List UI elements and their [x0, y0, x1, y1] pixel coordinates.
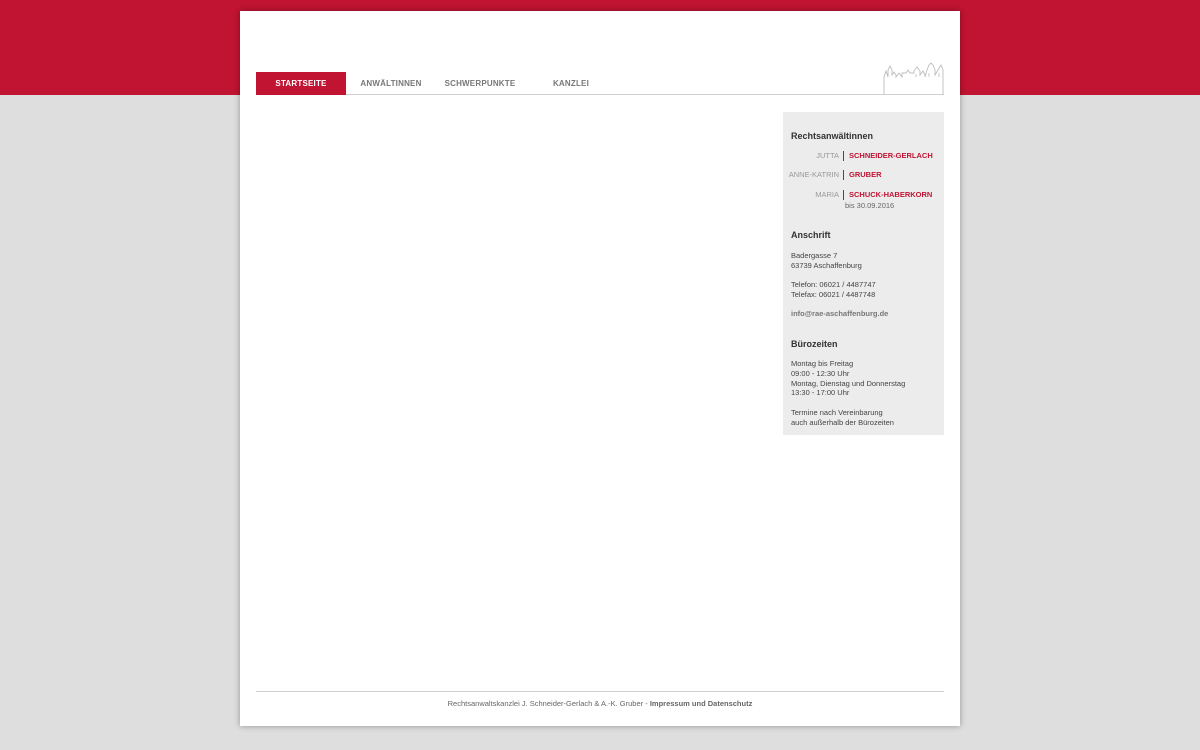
address-street: Badergasse 7 — [791, 251, 838, 260]
hours-heading: Bürozeiten — [791, 339, 838, 349]
separator — [843, 190, 844, 200]
email-link[interactable]: info@rae-aschaffenburg.de — [791, 309, 888, 318]
castle-outline-icon — [883, 62, 944, 95]
lawyer-first-name: MARIA — [815, 190, 839, 199]
sidebar: Rechtsanwältinnen JUTTA SCHNEIDER-GERLAC… — [783, 112, 944, 435]
hours-line: 13:30 - 17:00 Uhr — [791, 388, 850, 398]
hours-line: 09:00 - 12:30 Uhr — [791, 368, 850, 378]
appointment-line: auch außerhalb der Bürozeiten — [791, 417, 894, 427]
appointment-line: Termine nach Vereinbarung — [791, 408, 883, 417]
lawyer-first-name: ANNE-KATRIN — [788, 170, 839, 179]
nav-item-anwaeltinnen[interactable]: ANWÄLTINNEN — [353, 72, 429, 95]
lawyers-heading: Rechtsanwältinnen — [791, 131, 874, 141]
lawyer-last-name-link[interactable]: GRUBER — [849, 170, 882, 180]
lawyer-entry: ANNE-KATRIN GRUBER — [783, 170, 944, 182]
footer-text: Rechtsanwaltskanzlei J. Schneider-Gerlac… — [447, 699, 650, 708]
appointment-note: Termine nach Vereinbarung auch außerhalb… — [791, 408, 894, 428]
phone-number: Telefon: 06021 / 4487747 — [791, 280, 876, 289]
nav-item-startseite[interactable]: STARTSEITE — [256, 72, 346, 95]
main-navigation: STARTSEITE ANWÄLTINNEN SCHWERPUNKTE KANZ… — [256, 72, 944, 95]
address-block: Badergasse 7 63739 Aschaffenburg — [791, 251, 862, 271]
lawyer-first-name: JUTTA — [816, 151, 839, 160]
hours-line: Montag bis Freitag — [791, 359, 854, 368]
fax-number: Telefax: 06021 / 4487748 — [791, 289, 876, 299]
address-heading: Anschrift — [791, 230, 831, 240]
footer-divider — [256, 691, 944, 692]
lawyer-last-name-link[interactable]: SCHNEIDER-GERLACH — [849, 151, 933, 161]
office-hours: Montag bis Freitag 09:00 - 12:30 Uhr Mon… — [791, 359, 905, 398]
lawyer-last-name-link[interactable]: SCHUCK-HABERKORN — [849, 190, 932, 200]
nav-item-kanzlei[interactable]: KANZLEI — [540, 72, 602, 95]
imprint-link[interactable]: Impressum und Datenschutz — [650, 699, 753, 708]
hours-line: Montag, Dienstag und Donnerstag — [791, 378, 906, 388]
footer: Rechtsanwaltskanzlei J. Schneider-Gerlac… — [256, 699, 944, 708]
page-container: STARTSEITE ANWÄLTINNEN SCHWERPUNKTE KANZ… — [240, 11, 960, 726]
lawyer-note: bis 30.09.2016 — [845, 201, 895, 210]
nav-item-schwerpunkte[interactable]: SCHWERPUNKTE — [439, 72, 521, 95]
contact-block: Telefon: 06021 / 4487747 Telefax: 06021 … — [791, 280, 876, 300]
address-city: 63739 Aschaffenburg — [791, 260, 862, 270]
separator — [843, 170, 844, 180]
lawyer-entry: JUTTA SCHNEIDER-GERLACH — [783, 151, 944, 163]
separator — [843, 151, 844, 161]
